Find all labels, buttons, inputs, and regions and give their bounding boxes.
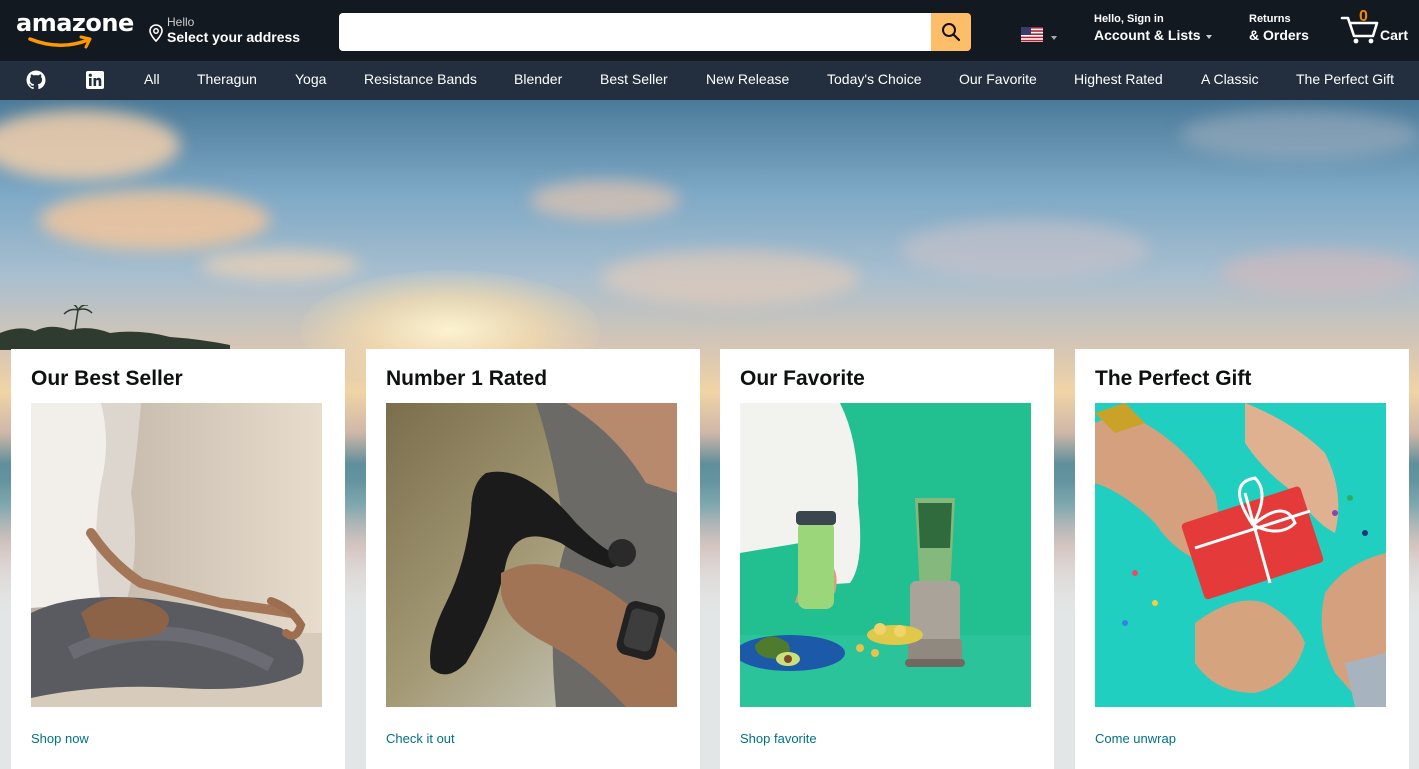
language-selector[interactable] — [1021, 27, 1057, 42]
top-header: amazone Hello Select your address Hello,… — [0, 0, 1419, 61]
hero-cloud — [600, 250, 860, 305]
smile-arrow-icon — [28, 35, 92, 49]
hero-cloud — [900, 220, 1150, 280]
nav-item-a-classic[interactable]: A Classic — [1201, 71, 1259, 88]
category-nav: All Theragun Yoga Resistance Bands Blend… — [0, 61, 1419, 100]
card-title: Our Best Seller — [31, 367, 183, 390]
nutribullet-blender-image[interactable] — [740, 403, 1031, 707]
linkedin-icon[interactable] — [85, 70, 105, 90]
nav-item-all[interactable]: All — [144, 71, 160, 88]
card-title: Our Favorite — [740, 367, 865, 390]
nav-item-highest-rated[interactable]: Highest Rated — [1074, 71, 1163, 88]
cart-count: 0 — [1359, 8, 1368, 25]
cart-label: Cart — [1380, 27, 1409, 43]
nav-item-best-seller[interactable]: Best Seller — [600, 71, 668, 88]
search-input[interactable] — [339, 13, 931, 51]
hero-cloud — [1180, 110, 1419, 160]
account-greeting: Hello, Sign in — [1094, 13, 1164, 25]
cart-button[interactable]: 0 Cart — [1340, 8, 1415, 48]
nav-item-blender[interactable]: Blender — [514, 71, 562, 88]
github-icon[interactable] — [26, 70, 46, 90]
orders-label: & Orders — [1249, 27, 1309, 43]
nav-item-resistance-bands[interactable]: Resistance Bands — [364, 71, 477, 88]
theragun-massager-image[interactable] — [386, 403, 677, 707]
card-title: Number 1 Rated — [386, 367, 548, 390]
returns-label: Returns — [1249, 13, 1291, 25]
hero-cloud — [1220, 250, 1419, 295]
chevron-down-icon — [1205, 34, 1212, 39]
search-button[interactable] — [931, 13, 971, 51]
returns-orders[interactable]: Returns & Orders — [1249, 12, 1309, 44]
nav-item-our-favorite[interactable]: Our Favorite — [959, 71, 1037, 88]
nav-item-perfect-gift[interactable]: The Perfect Gift — [1296, 71, 1394, 88]
yoga-meditation-image[interactable] — [31, 403, 322, 707]
address-action: Select your address — [167, 28, 301, 45]
card-best-seller: Our Best Seller Shop now — [11, 349, 345, 769]
hero-cloud — [200, 250, 360, 280]
check-it-out-link[interactable]: Check it out — [386, 731, 455, 746]
card-number-1-rated: Number 1 Rated Check it out — [366, 349, 700, 769]
card-title: The Perfect Gift — [1095, 367, 1252, 390]
search-bar — [339, 13, 971, 51]
address-greeting: Hello — [167, 14, 195, 29]
hero-cloud — [530, 180, 680, 220]
amazon-logo[interactable]: amazone — [16, 9, 134, 51]
come-unwrap-link[interactable]: Come unwrap — [1095, 731, 1176, 746]
nav-item-yoga[interactable]: Yoga — [295, 71, 326, 88]
hero-cloud — [40, 190, 270, 250]
chevron-down-icon — [1051, 35, 1057, 40]
nav-item-new-release[interactable]: New Release — [706, 71, 789, 88]
deliver-to-address[interactable]: Hello Select your address — [148, 12, 300, 48]
account-label: Account & Lists — [1094, 27, 1201, 43]
palm-trees — [0, 305, 230, 350]
account-lists[interactable]: Hello, Sign in Account & Lists — [1094, 12, 1212, 44]
gift-box-hands-image[interactable] — [1095, 403, 1386, 707]
us-flag-icon — [1021, 27, 1043, 42]
logo-text: amazone — [16, 9, 134, 37]
search-icon — [942, 23, 961, 42]
shop-favorite-link[interactable]: Shop favorite — [740, 731, 817, 746]
shop-now-link[interactable]: Shop now — [31, 731, 89, 746]
hero-cloud — [0, 110, 180, 180]
card-perfect-gift: The Perfect Gift Come unwrap — [1075, 349, 1409, 769]
nav-item-todays-choice[interactable]: Today's Choice — [827, 71, 922, 88]
nav-item-theragun[interactable]: Theragun — [197, 71, 257, 88]
location-pin-icon — [149, 24, 163, 42]
card-our-favorite: Our Favorite Shop favorite — [720, 349, 1054, 769]
